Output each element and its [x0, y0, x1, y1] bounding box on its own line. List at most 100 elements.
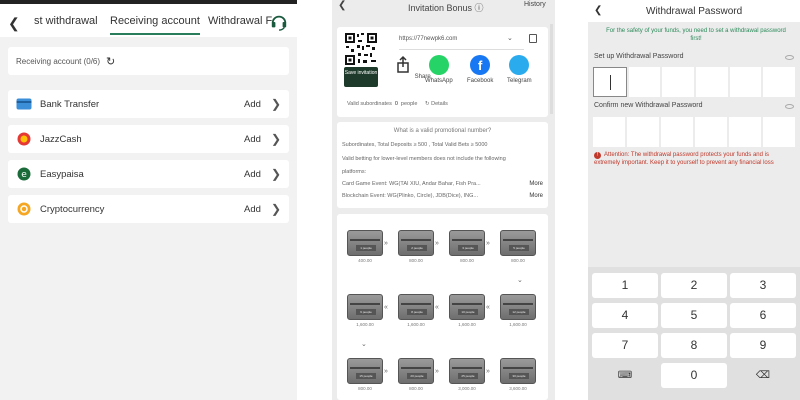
pin-cell[interactable] [729, 117, 761, 147]
keypad-key-2[interactable]: 2 [661, 273, 727, 298]
card-game-event: Card Game Event: WG(TAI XIU, Andar Bahar… [342, 181, 481, 187]
chest-amount: 1,600.00 [356, 322, 374, 327]
save-invitation-button[interactable]: Save invitation [344, 67, 378, 87]
reward-chest[interactable]: 20 people 800.00 [398, 358, 434, 391]
treasure-chest-icon: 3 people [449, 230, 485, 256]
setup-password-input[interactable] [593, 67, 796, 97]
treasure-chest-icon: 2 people [398, 230, 434, 256]
keypad-key-4[interactable]: 4 [592, 303, 658, 328]
chest-amount: 3,000.00 [458, 386, 476, 391]
more-link[interactable]: More [529, 193, 543, 199]
rules-card: What is a valid promotional number? Subo… [337, 122, 548, 208]
scrollbar[interactable] [550, 24, 553, 114]
add-button[interactable]: Add [244, 204, 261, 215]
eye-icon[interactable] [785, 104, 794, 109]
receiving-account-label: Receiving account (0/6) [16, 56, 101, 66]
reward-chest[interactable]: 6 people 1,600.00 [347, 294, 383, 327]
pin-cell[interactable] [695, 117, 727, 147]
chevron-down-icon[interactable]: ⌄ [507, 34, 513, 42]
treasure-chest-icon: 30 people [500, 358, 536, 384]
keypad-key-3[interactable]: 3 [730, 273, 796, 298]
chevron-right-icon[interactable]: ❯ [271, 167, 281, 181]
chest-amount: 800.00 [460, 258, 474, 263]
bank-card-icon [16, 97, 32, 111]
pin-cell[interactable] [763, 67, 796, 97]
blockchain-event: Blockchain Event: WG(Plinko, Circle), JD… [342, 193, 479, 199]
telegram-label: Telegram [507, 78, 532, 84]
receiving-account-header: Receiving account (0/6) ↻ [8, 47, 289, 75]
reward-chest[interactable]: 8 people 1,600.00 [398, 294, 434, 327]
refresh-icon[interactable]: ↻ [106, 55, 115, 68]
back-icon[interactable]: ❮ [594, 5, 602, 16]
pin-cell[interactable] [593, 67, 627, 97]
valid-count: 0 [394, 101, 398, 107]
payment-method-bank-transfer[interactable]: Bank Transfer Add ❯ [8, 90, 289, 118]
invitation-card: Save invitation https://77newpk6.com ⌄ S… [337, 27, 548, 117]
keyboard-toggle-icon[interactable]: ⌨ [592, 363, 658, 388]
telegram-button[interactable]: Telegram [507, 55, 532, 84]
invitation-url: https://77newpk6.com [399, 36, 458, 42]
chevron-right-icon[interactable]: ❯ [271, 132, 281, 146]
pin-cell[interactable] [628, 67, 661, 97]
reward-chest[interactable]: 5 people 800.00 [500, 230, 536, 263]
reward-chest[interactable]: 10 people 1,600.00 [449, 294, 485, 327]
chevron-right-icon[interactable]: ❯ [271, 202, 281, 216]
refresh-icon[interactable]: ↻ [425, 101, 430, 107]
keypad-key-1[interactable]: 1 [592, 273, 658, 298]
eye-icon[interactable] [785, 55, 794, 60]
details-link[interactable]: Details [431, 101, 448, 107]
reward-chest[interactable]: 15 people 800.00 [347, 358, 383, 391]
pin-cell[interactable] [627, 117, 659, 147]
arrow-icon: » [486, 368, 490, 375]
facebook-button[interactable]: f Facebook [467, 55, 493, 84]
arrow-icon: » [435, 240, 439, 247]
history-link[interactable]: History [524, 1, 546, 8]
chest-amount: 400.00 [358, 258, 372, 263]
reward-chest[interactable]: 3 people 800.00 [449, 230, 485, 263]
help-icon[interactable]: ⓘ [472, 3, 484, 13]
pin-cell[interactable] [593, 117, 625, 147]
whatsapp-button[interactable]: WhatsApp [425, 55, 453, 84]
back-icon[interactable]: ❮ [338, 0, 346, 11]
add-button[interactable]: Add [244, 99, 261, 110]
more-link[interactable]: More [529, 181, 543, 187]
reward-chest[interactable]: 25 people 3,000.00 [449, 358, 485, 391]
tab-receiving-account[interactable]: Receiving account [110, 15, 200, 35]
chevron-right-icon[interactable]: ❯ [271, 97, 281, 111]
keypad-key-9[interactable]: 9 [730, 333, 796, 358]
confirm-password-input[interactable] [593, 117, 795, 147]
add-button[interactable]: Add [244, 134, 261, 145]
copy-icon[interactable] [529, 34, 537, 43]
pin-cell[interactable] [661, 117, 693, 147]
chest-people-label: 8 people [407, 309, 427, 315]
reward-chest[interactable]: 12 people 1,600.00 [500, 294, 536, 327]
back-icon[interactable]: ❮ [8, 15, 20, 32]
payment-method-jazzcash[interactable]: JazzCash Add ❯ [8, 125, 289, 153]
pin-cell[interactable] [763, 117, 795, 147]
screenshot-root: ❮ st withdrawal Receiving account Withdr… [0, 0, 800, 400]
keypad-key-0[interactable]: 0 [661, 363, 727, 388]
payment-method-label: Easypaisa [40, 168, 84, 180]
keypad-key-7[interactable]: 7 [592, 333, 658, 358]
backspace-icon[interactable]: ⌫ [730, 363, 796, 388]
pin-cell[interactable] [729, 67, 762, 97]
reward-chest[interactable]: 2 people 800.00 [398, 230, 434, 263]
keypad-key-6[interactable]: 6 [730, 303, 796, 328]
payment-method-cryptocurrency[interactable]: Cryptocurrency Add ❯ [8, 195, 289, 223]
keypad-key-8[interactable]: 8 [661, 333, 727, 358]
whatsapp-icon [428, 55, 449, 75]
reward-chest[interactable]: 30 people 3,600.00 [500, 358, 536, 391]
add-button[interactable]: Add [244, 169, 261, 180]
pin-cell[interactable] [696, 67, 728, 97]
tab-withdrawal-records[interactable]: Withdrawal F [208, 15, 272, 27]
keypad-key-5[interactable]: 5 [661, 303, 727, 328]
reward-chest[interactable]: 1 people 400.00 [347, 230, 383, 263]
pin-cell[interactable] [662, 67, 695, 97]
payment-method-easypaisa[interactable]: e Easypaisa Add ❯ [8, 160, 289, 188]
treasure-chest-icon: 12 people [500, 294, 536, 320]
crypto-icon [16, 202, 32, 216]
headset-icon[interactable] [270, 13, 288, 31]
warning-message: ! Attention: The withdrawal password prot… [594, 152, 774, 166]
tab-withdrawal[interactable]: st withdrawal [34, 15, 98, 27]
chest-people-label: 10 people [458, 309, 478, 315]
